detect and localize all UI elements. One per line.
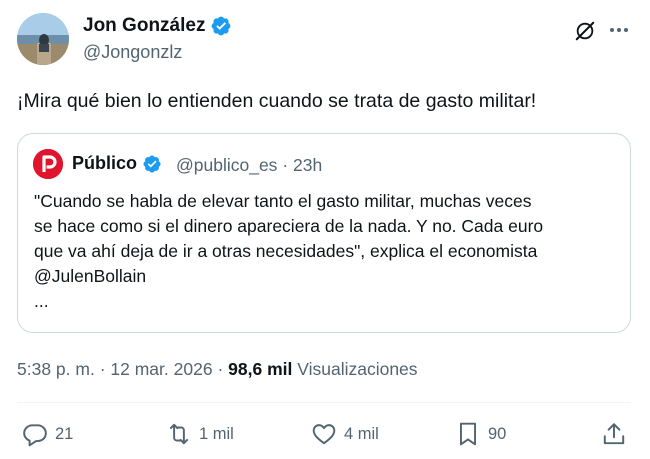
author-handle[interactable]: @Jongonzlz: [83, 42, 182, 63]
heart-icon: [312, 424, 336, 445]
share-icon: [603, 423, 625, 445]
tweet-text: ¡Mira qué bien lo entienden cuando se tr…: [17, 90, 537, 112]
grok-icon[interactable]: [574, 20, 596, 42]
avatar[interactable]: [17, 13, 69, 65]
verified-badge-icon: [210, 15, 232, 37]
verified-badge-icon: [142, 154, 162, 174]
quoted-mention-link[interactable]: @JulenBollain: [34, 264, 619, 289]
bookmark-icon: [459, 422, 477, 446]
author-name[interactable]: Jon González: [83, 15, 205, 37]
publico-logo-icon[interactable]: [33, 149, 63, 179]
repost-button[interactable]: 1 mil: [166, 421, 234, 447]
like-count: 4 mil: [344, 424, 379, 443]
bookmark-count: 90: [488, 424, 507, 443]
quoted-time[interactable]: 23h: [293, 155, 322, 175]
reply-count: 21: [55, 424, 74, 443]
quoted-name-row[interactable]: Público: [72, 153, 162, 174]
quoted-text-line: que va ahí deja de ir a otras necesidade…: [34, 241, 538, 261]
views-label[interactable]: Visualizaciones: [297, 359, 417, 379]
bookmark-button[interactable]: 90: [455, 421, 506, 447]
reply-icon: [23, 424, 47, 447]
quoted-separator: ·: [282, 155, 289, 175]
quoted-text: "Cuando se habla de elevar tanto el gast…: [34, 189, 619, 314]
share-button[interactable]: [601, 421, 634, 447]
quoted-ellipsis: ...: [34, 291, 49, 311]
like-button[interactable]: 4 mil: [311, 421, 379, 447]
quoted-text-line: "Cuando se habla de elevar tanto el gast…: [34, 191, 532, 211]
repost-icon: [169, 423, 189, 445]
quoted-text-line: se hace como si el dinero apareciera de …: [34, 216, 544, 236]
quoted-tweet[interactable]: Público @publico_es · 23h "Cuando se hab…: [17, 133, 631, 333]
author-name-row[interactable]: Jon González: [83, 15, 232, 37]
tweet-timestamp: 5:38 p. m. · 12 mar. 2026 · 98,6 mil Vis…: [17, 359, 418, 380]
tweet-date[interactable]: 12 mar. 2026: [110, 359, 212, 379]
reply-button[interactable]: 21: [22, 421, 73, 447]
action-bar: 21 1 mil 4 mil 90: [0, 421, 650, 451]
divider: [17, 402, 631, 403]
timestamp-separator: ·: [217, 359, 224, 379]
quoted-name[interactable]: Público: [72, 153, 137, 174]
timestamp-separator: ·: [99, 359, 106, 379]
quoted-handle[interactable]: @publico_es: [176, 155, 277, 175]
quoted-meta: @publico_es · 23h: [176, 155, 322, 176]
more-options-icon[interactable]: [606, 18, 632, 42]
tweet-time[interactable]: 5:38 p. m.: [17, 359, 95, 379]
views-count[interactable]: 98,6 mil: [228, 359, 292, 379]
repost-count: 1 mil: [199, 424, 234, 443]
